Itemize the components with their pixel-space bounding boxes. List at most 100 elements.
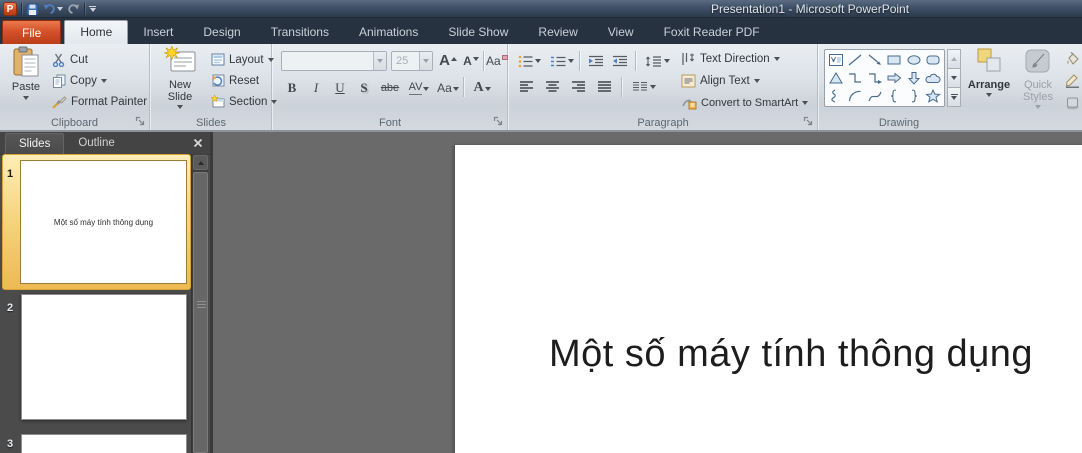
tab-view[interactable]: View — [593, 21, 649, 44]
section-label: Section — [229, 96, 267, 108]
convert-to-smartart-button[interactable]: Convert to SmartArt — [681, 93, 808, 112]
character-spacing-button[interactable]: AV — [405, 76, 433, 97]
chevron-down-icon — [423, 87, 429, 91]
scrollbar-up-button[interactable] — [193, 155, 208, 170]
shape-cloud[interactable] — [924, 69, 944, 87]
line-spacing-button[interactable] — [641, 51, 673, 71]
shape-fill-button[interactable]: Sh — [1065, 49, 1082, 68]
redo-button[interactable] — [67, 3, 80, 15]
tab-animations[interactable]: Animations — [344, 21, 433, 44]
pane-tab-slides[interactable]: Slides — [5, 133, 64, 154]
slide-thumbnail-1[interactable]: Một số máy tính thông dụng — [20, 160, 187, 284]
shape-elbow-arrow-connector[interactable] — [865, 69, 885, 87]
tab-insert[interactable]: Insert — [128, 21, 188, 44]
tab-home[interactable]: Home — [64, 20, 128, 44]
tab-file[interactable]: File — [2, 20, 61, 44]
text-shadow-button[interactable]: S — [355, 76, 373, 97]
section-button[interactable]: Section — [211, 92, 277, 111]
increase-indent-button[interactable] — [609, 51, 631, 71]
underline-button[interactable]: U — [331, 76, 349, 97]
undo-button[interactable] — [43, 3, 63, 15]
shape-line[interactable] — [846, 51, 866, 69]
font-name-combobox[interactable] — [281, 51, 387, 71]
paragraph-dialog-launcher[interactable] — [803, 116, 814, 127]
text-direction-button[interactable]: Text Direction — [681, 49, 780, 68]
tab-slide-show[interactable]: Slide Show — [433, 21, 523, 44]
columns-button[interactable] — [629, 77, 659, 97]
chevron-down-icon — [377, 59, 383, 63]
powerpoint-logo-icon[interactable]: P — [3, 2, 17, 16]
customize-qat-button[interactable] — [89, 6, 96, 12]
divider — [483, 51, 484, 71]
shape-triangle[interactable] — [826, 69, 846, 87]
shape-rounded-rectangle[interactable] — [924, 51, 944, 69]
shape-star[interactable] — [924, 87, 944, 105]
font-size-dropdown[interactable] — [419, 52, 432, 70]
tab-design[interactable]: Design — [188, 21, 255, 44]
tab-foxit-reader-pdf[interactable]: Foxit Reader PDF — [649, 21, 775, 44]
italic-button[interactable]: I — [307, 76, 325, 97]
pane-scrollbar[interactable] — [191, 154, 208, 453]
align-text-label: Align Text — [700, 75, 750, 87]
tab-transitions[interactable]: Transitions — [256, 21, 344, 44]
shape-elbow-connector[interactable] — [846, 69, 866, 87]
clipboard-dialog-launcher[interactable] — [135, 116, 146, 127]
align-center-button[interactable] — [541, 77, 563, 97]
font-dialog-launcher[interactable] — [493, 116, 504, 127]
gallery-scroll-up-button[interactable] — [947, 49, 961, 69]
shape-curve[interactable] — [865, 87, 885, 105]
cut-button[interactable]: Cut — [52, 50, 88, 69]
strikethrough-button[interactable]: abe — [377, 76, 403, 97]
clear-formatting-button[interactable]: Aa — [486, 49, 508, 70]
copy-button[interactable]: Copy — [52, 71, 107, 90]
decrease-indent-button[interactable] — [585, 51, 607, 71]
quick-styles-button[interactable]: Quick Styles — [1015, 46, 1061, 109]
numbering-button[interactable] — [547, 51, 577, 71]
shape-text-box[interactable] — [826, 51, 846, 69]
font-size-combobox[interactable]: 25 — [391, 51, 433, 71]
slide-canvas[interactable]: Một số máy tính thông dụng — [455, 145, 1082, 453]
shrink-font-button[interactable]: A — [461, 49, 481, 70]
new-slide-button[interactable]: New Slide — [155, 46, 205, 109]
grow-font-button[interactable]: A — [437, 49, 459, 70]
shape-scribble[interactable] — [826, 87, 846, 105]
layout-button[interactable]: Layout — [211, 50, 274, 69]
align-right-button[interactable] — [567, 77, 589, 97]
format-painter-button[interactable]: Format Painter — [52, 92, 147, 111]
paste-button[interactable]: Paste — [4, 46, 48, 100]
scrollbar-thumb[interactable] — [193, 172, 208, 453]
font-name-dropdown[interactable] — [373, 52, 386, 70]
gallery-more-button[interactable] — [947, 88, 961, 107]
chevron-down-icon — [754, 79, 760, 83]
shape-down-arrow[interactable] — [904, 69, 924, 87]
pane-close-button[interactable] — [193, 138, 203, 148]
font-color-button[interactable]: A — [469, 76, 495, 97]
shape-rectangle[interactable] — [885, 51, 905, 69]
save-icon — [26, 3, 39, 16]
shape-right-brace[interactable] — [904, 87, 924, 105]
slide-title-text[interactable]: Một số máy tính thông dụng — [549, 333, 1033, 376]
bold-button[interactable]: B — [283, 76, 301, 97]
shape-arc[interactable] — [846, 87, 866, 105]
shape-left-brace[interactable] — [885, 87, 905, 105]
save-button[interactable] — [26, 3, 39, 16]
align-left-button[interactable] — [515, 77, 537, 97]
shape-outline-button[interactable]: Sh — [1065, 71, 1082, 90]
arrange-button[interactable]: Arrange — [965, 46, 1013, 97]
bullets-button[interactable] — [515, 51, 543, 71]
shape-arrow[interactable] — [865, 51, 885, 69]
shape-right-arrow[interactable] — [885, 69, 905, 87]
slide-number: 2 — [7, 302, 13, 314]
tab-review[interactable]: Review — [523, 21, 592, 44]
slide-thumbnail-3[interactable] — [21, 434, 187, 453]
shape-effects-button[interactable]: Sh — [1065, 93, 1082, 112]
justify-button[interactable] — [593, 77, 615, 97]
pane-tab-outline[interactable]: Outline — [65, 133, 127, 154]
change-case-button[interactable]: Aa — [435, 76, 461, 97]
align-text-button[interactable]: Align Text — [681, 71, 760, 90]
slide-thumbnail-2[interactable] — [21, 294, 187, 420]
gallery-scroll-down-button[interactable] — [947, 69, 961, 88]
shape-oval[interactable] — [904, 51, 924, 69]
reset-button[interactable]: Reset — [211, 71, 259, 90]
cut-label: Cut — [70, 54, 88, 66]
